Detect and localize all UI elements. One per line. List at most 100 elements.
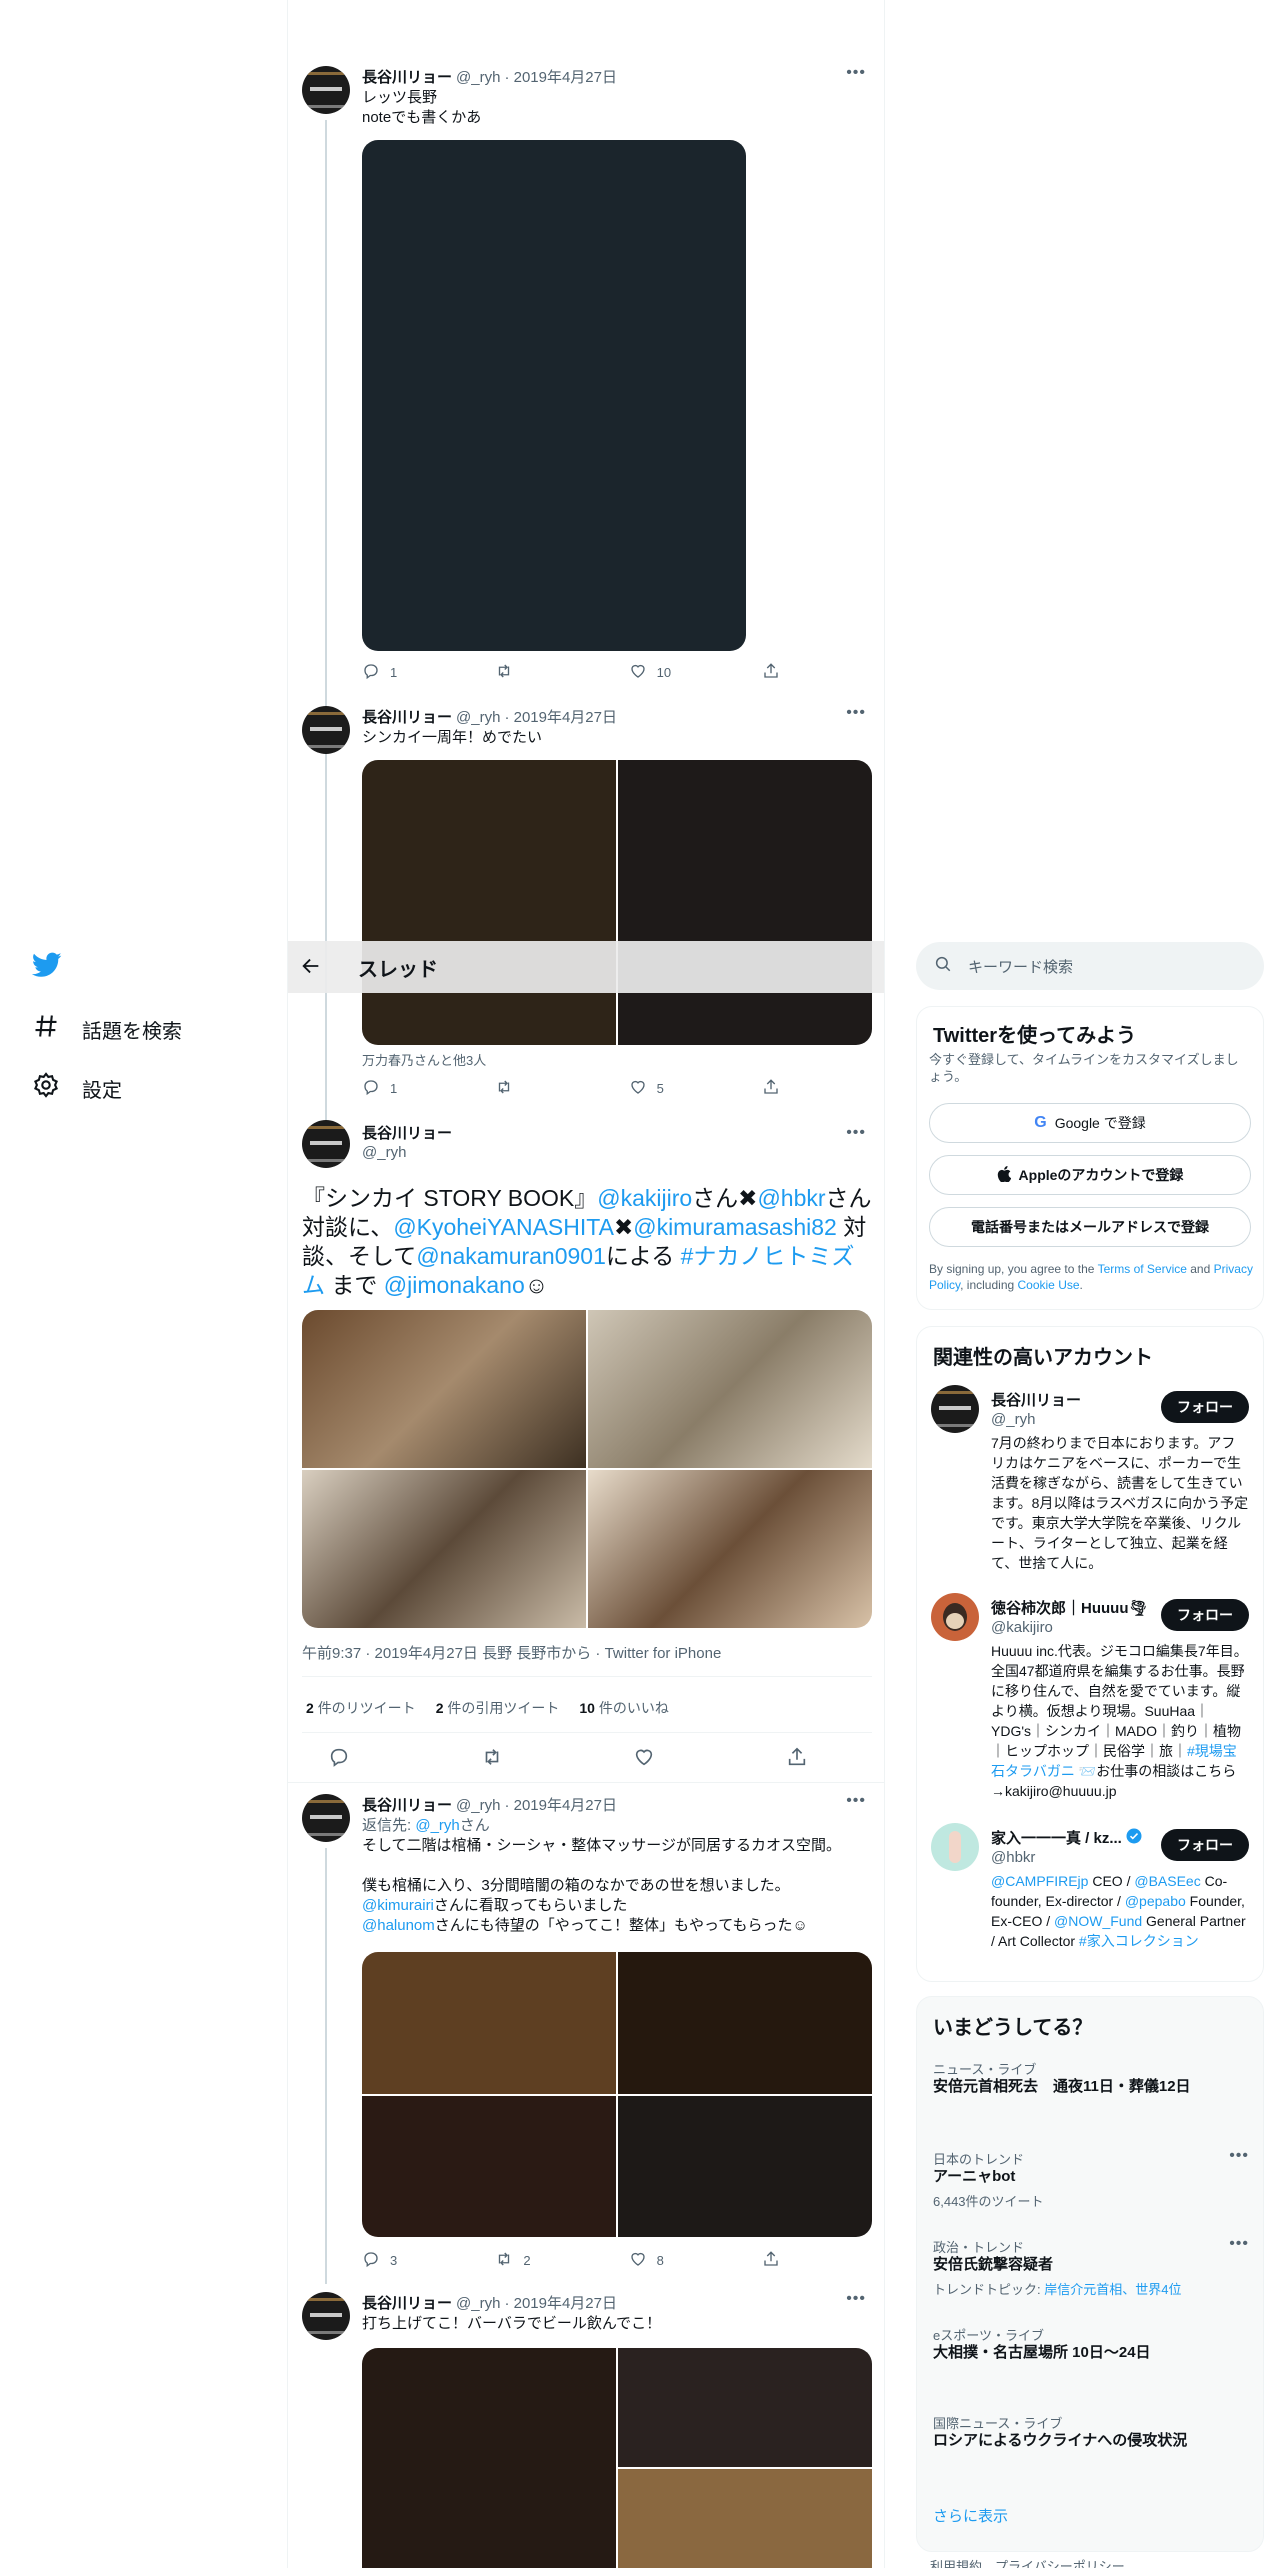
search-input[interactable]: キーワード検索: [916, 942, 1264, 990]
reply-button[interactable]: 1: [362, 662, 422, 683]
tweet[interactable]: 長谷川リョー @_ryh · 2019年4月27日 ••• 返信先: @_ryh…: [288, 1792, 884, 2284]
avatar[interactable]: [302, 2292, 350, 2340]
terms-link[interactable]: Terms of Service: [1098, 1262, 1187, 1276]
cookie-link[interactable]: Cookie Use: [1018, 1278, 1080, 1292]
nav-settings[interactable]: 設定: [32, 1071, 122, 1105]
tweet-image[interactable]: [588, 1310, 872, 1468]
more-options-icon[interactable]: •••: [846, 1124, 866, 1142]
mention-link[interactable]: @halunom: [362, 1917, 435, 1934]
avatar[interactable]: [931, 1593, 979, 1641]
share-button[interactable]: [762, 1078, 782, 1099]
tweet-image[interactable]: [618, 2348, 872, 2467]
share-icon[interactable]: [786, 1746, 808, 1773]
more-options-icon[interactable]: •••: [1229, 2147, 1249, 2165]
reply-to-handle[interactable]: @_ryh: [415, 1817, 459, 1834]
share-button[interactable]: [762, 662, 782, 683]
account-name[interactable]: 徳谷柿次郎｜Huuuu🌪: [991, 1597, 1148, 1618]
account-handle[interactable]: @hbkr: [991, 1849, 1035, 1866]
like-button[interactable]: 10: [629, 662, 689, 683]
avatar[interactable]: [931, 1385, 979, 1433]
account-name[interactable]: 家入一一一真 / kz...: [991, 1827, 1142, 1848]
tweet-image[interactable]: [362, 2348, 616, 2568]
heart-icon[interactable]: [633, 1746, 655, 1773]
tweet-timestamp-source[interactable]: 午前9:37 · 2019年4月27日 長野 長野市から · Twitter f…: [302, 1642, 721, 1663]
tweet-author-name[interactable]: 長谷川リョー: [362, 706, 452, 727]
avatar[interactable]: [931, 1823, 979, 1871]
tweet-author-name[interactable]: 長谷川リョー: [362, 1794, 452, 1815]
mention-link[interactable]: @kakijiro: [597, 1185, 692, 1211]
hashtag-link[interactable]: #家入コレクション: [1079, 1933, 1199, 1949]
trend-topic-link[interactable]: 岸信介元首相、世界4位: [1044, 2282, 1181, 2297]
mention-link[interactable]: @nakamuran0901: [416, 1243, 606, 1269]
phone-signup-button[interactable]: 電話番号またはメールアドレスで登録: [929, 1207, 1251, 1247]
more-options-icon[interactable]: •••: [846, 1792, 866, 1810]
tweet-image[interactable]: [618, 2095, 872, 2237]
mention-link[interactable]: @NOW_Fund: [1054, 1913, 1142, 1929]
tweet-image[interactable]: [362, 760, 616, 1045]
tweet-author-handle[interactable]: @_ryh: [362, 1144, 406, 1161]
tweet-image[interactable]: [362, 140, 746, 651]
media-tag-caption[interactable]: 万力春乃さんと他3人: [362, 1050, 486, 1069]
back-arrow-icon[interactable]: [300, 955, 322, 982]
account-name[interactable]: 長谷川リョー: [991, 1389, 1081, 1410]
tweet-image-grid[interactable]: [362, 760, 872, 1045]
retweet-stat[interactable]: 2 件のリツイート: [306, 1698, 416, 1718]
show-more-link[interactable]: さらに表示: [933, 2505, 1008, 2526]
tweet[interactable]: 長谷川リョー @_ryh · 2019年4月27日 ••• 打ち上げてこ！バーバ…: [288, 2290, 884, 2568]
tweet-image[interactable]: [618, 2469, 872, 2568]
account-handle[interactable]: @_ryh: [991, 1411, 1035, 1428]
twitter-logo-icon[interactable]: [31, 952, 62, 983]
reply-button[interactable]: 3: [362, 2250, 422, 2271]
tweet-author-name[interactable]: 長谷川リョー: [362, 66, 452, 87]
mention-link[interactable]: @pepabo: [1125, 1893, 1186, 1909]
retweet-button[interactable]: 2: [495, 2250, 555, 2271]
mention-link[interactable]: @BASEec: [1134, 1873, 1200, 1889]
avatar[interactable]: [302, 1794, 350, 1842]
mention-link[interactable]: @kimuramasashi82: [633, 1214, 837, 1240]
footer-links[interactable]: 利用規約 プライバシーポリシー: [930, 2556, 1125, 2568]
tweet-image[interactable]: [362, 2095, 616, 2237]
tweet-author-handle[interactable]: @_ryh: [456, 1797, 500, 1814]
follow-button[interactable]: フォロー: [1161, 1829, 1249, 1861]
tweet-date[interactable]: · 2019年4月27日: [504, 2292, 617, 2313]
avatar[interactable]: [302, 1120, 350, 1168]
google-signup-button[interactable]: G Google で登録: [929, 1103, 1251, 1143]
more-options-icon[interactable]: •••: [846, 64, 866, 82]
retweet-button[interactable]: [495, 662, 555, 683]
tweet-author-name[interactable]: 長谷川リョー: [362, 1122, 452, 1143]
tweet-image[interactable]: [302, 1310, 586, 1468]
like-button[interactable]: 8: [629, 2250, 689, 2271]
tweet-author-handle[interactable]: @_ryh: [456, 2295, 500, 2312]
tweet-author-name[interactable]: 長谷川リョー: [362, 2292, 452, 2313]
reply-button[interactable]: 1: [362, 1078, 422, 1099]
tweet-image-grid[interactable]: [362, 1952, 872, 2237]
share-button[interactable]: [762, 2250, 782, 2271]
focused-tweet[interactable]: 長谷川リョー @_ryh ••• 『シンカイ STORY BOOK』@kakij…: [288, 1120, 884, 1783]
apple-signup-button[interactable]: Appleのアカウントで登録: [929, 1155, 1251, 1195]
more-options-icon[interactable]: •••: [846, 704, 866, 722]
tweet-author-handle[interactable]: @_ryh: [456, 709, 500, 726]
more-options-icon[interactable]: •••: [1229, 2235, 1249, 2253]
tweet[interactable]: 長谷川リョー @_ryh · 2019年4月27日 ••• シンカイ一周年！めで…: [288, 700, 884, 1120]
tweet-date[interactable]: · 2019年4月27日: [504, 1794, 617, 1815]
like-button[interactable]: 5: [629, 1078, 689, 1099]
tweet-date[interactable]: · 2019年4月27日: [504, 706, 617, 727]
tweet-image[interactable]: [618, 1952, 872, 2094]
mention-link[interactable]: @jimonakano: [384, 1272, 525, 1298]
more-options-icon[interactable]: •••: [846, 2290, 866, 2308]
mention-link[interactable]: @hbkr: [757, 1185, 825, 1211]
follow-button[interactable]: フォロー: [1161, 1391, 1249, 1423]
mention-link[interactable]: @kimurairi: [362, 1897, 434, 1914]
avatar[interactable]: [302, 66, 350, 114]
reply-icon[interactable]: [328, 1746, 350, 1773]
tweet-image[interactable]: [618, 760, 872, 1045]
tweet-date[interactable]: · 2019年4月27日: [504, 66, 617, 87]
tweet-image-grid[interactable]: [362, 2348, 872, 2568]
mention-link[interactable]: @KyoheiYANASHITA: [393, 1214, 614, 1240]
nav-explore[interactable]: 話題を検索: [32, 1012, 182, 1046]
tweet-image[interactable]: [302, 1470, 586, 1628]
tweet-author-handle[interactable]: @_ryh: [456, 69, 500, 86]
account-handle[interactable]: @kakijiro: [991, 1619, 1053, 1636]
quote-stat[interactable]: 2 件の引用ツイート: [436, 1698, 560, 1718]
tweet-image[interactable]: [588, 1470, 872, 1628]
